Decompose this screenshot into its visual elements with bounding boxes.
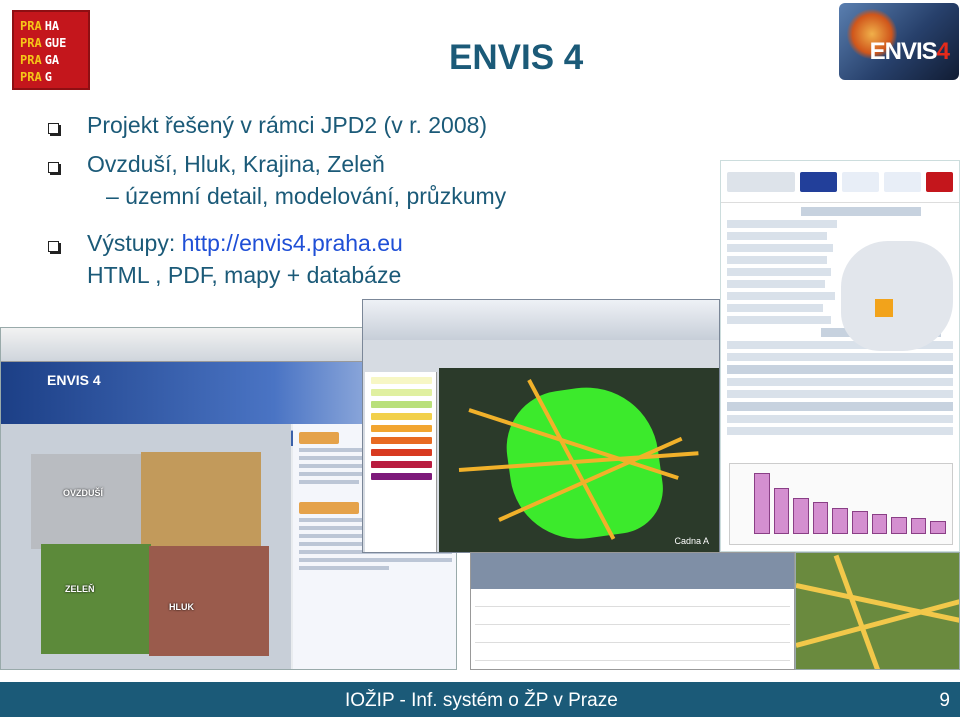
logo-text: GUE xyxy=(44,35,67,50)
bullet-topics-detail: – územní detail, modelování, průzkumy xyxy=(106,183,507,209)
slide-footer: IOŽIP - Inf. systém o ŽP v Praze 9 xyxy=(0,682,960,717)
bullet-topics: Ovzduší, Hluk, Krajina, Zeleň xyxy=(87,151,385,177)
envis-logo-word: ENVIS xyxy=(869,38,938,65)
envis-logo: ENVIS4 xyxy=(839,3,959,80)
screenshot-noise-map-app: Cadna A xyxy=(362,299,720,553)
district-map xyxy=(841,241,953,351)
envis-logo-number: 4 xyxy=(936,38,950,65)
praha-logo: PRA HA PRA GUE PRA GA PRA G xyxy=(12,10,90,90)
screenshot-database-table xyxy=(470,552,795,670)
screenshot-map-detail xyxy=(795,552,960,670)
logo-text: PRA xyxy=(20,18,42,33)
logo-text: HA xyxy=(44,18,60,33)
envis-url-link[interactable]: http://envis4.praha.eu xyxy=(182,230,403,256)
checkbox-bullet-icon xyxy=(48,241,59,252)
logo-text: GA xyxy=(44,52,60,67)
checkbox-bullet-icon xyxy=(48,162,59,173)
noise-map: Cadna A xyxy=(439,368,719,552)
thematic-map: OVZDUŠÍ ZELEŇ HLUK xyxy=(1,424,291,669)
population-bar-chart xyxy=(729,463,953,545)
map-legend xyxy=(365,372,437,552)
checkbox-bullet-icon xyxy=(48,123,59,134)
footer-text: IOŽIP - Inf. systém o ŽP v Praze xyxy=(345,690,618,711)
logo-text: PRA xyxy=(20,52,42,67)
bullet-outputs-formats: HTML , PDF, mapy + databáze xyxy=(87,262,402,288)
logo-text: G xyxy=(44,69,52,84)
bullet-outputs: Výstupy: http://envis4.praha.eu xyxy=(87,230,403,257)
screenshot-pdf-report xyxy=(720,160,960,552)
slide-title: ENVIS 4 xyxy=(449,38,584,77)
bullet-project: Projekt řešený v rámci JPD2 (v r. 2008) xyxy=(87,112,488,138)
envis-logo-text: ENVIS4 xyxy=(869,38,950,66)
page-number: 9 xyxy=(939,690,950,711)
bullet-outputs-label: Výstupy: xyxy=(87,230,182,256)
logo-text: PRA xyxy=(20,35,42,50)
logo-text: PRA xyxy=(20,69,42,84)
